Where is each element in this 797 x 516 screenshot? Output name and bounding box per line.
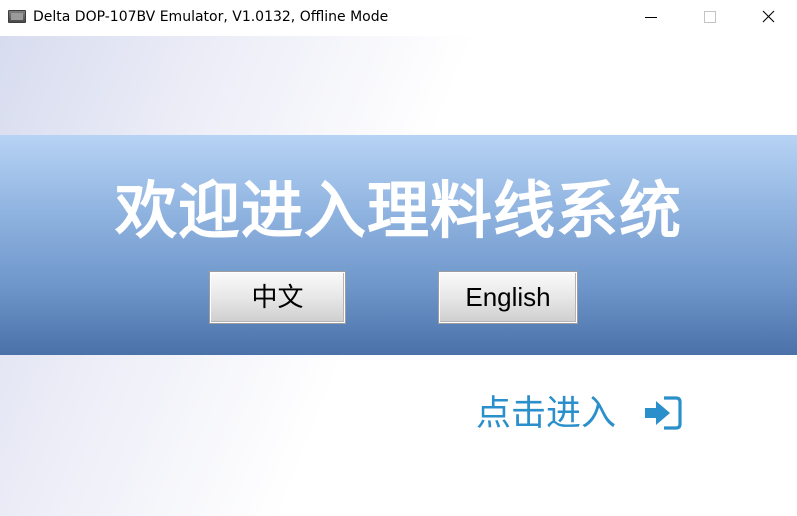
welcome-banner: 欢迎进入理料线系统 中文 English xyxy=(0,135,797,355)
window-title: Delta DOP-107BV Emulator, V1.0132, Offli… xyxy=(33,9,389,25)
title-bar[interactable]: Delta DOP-107BV Emulator, V1.0132, Offli… xyxy=(0,0,797,36)
chinese-language-button[interactable]: 中文 xyxy=(210,272,345,323)
close-icon xyxy=(762,10,775,23)
maximize-icon xyxy=(704,11,716,23)
hmi-screen: 欢迎进入理料线系统 中文 English 点击进入 xyxy=(0,36,797,516)
monitor-icon xyxy=(8,10,26,23)
enter-label: 点击进入 xyxy=(476,394,617,434)
login-arrow-icon xyxy=(645,396,682,430)
minimize-icon xyxy=(645,17,657,18)
english-language-button[interactable]: English xyxy=(439,272,577,323)
maximize-button[interactable] xyxy=(680,0,738,36)
close-button[interactable] xyxy=(739,0,797,36)
minimize-button[interactable] xyxy=(622,0,680,36)
banner-title: 欢迎进入理料线系统 xyxy=(114,174,682,247)
